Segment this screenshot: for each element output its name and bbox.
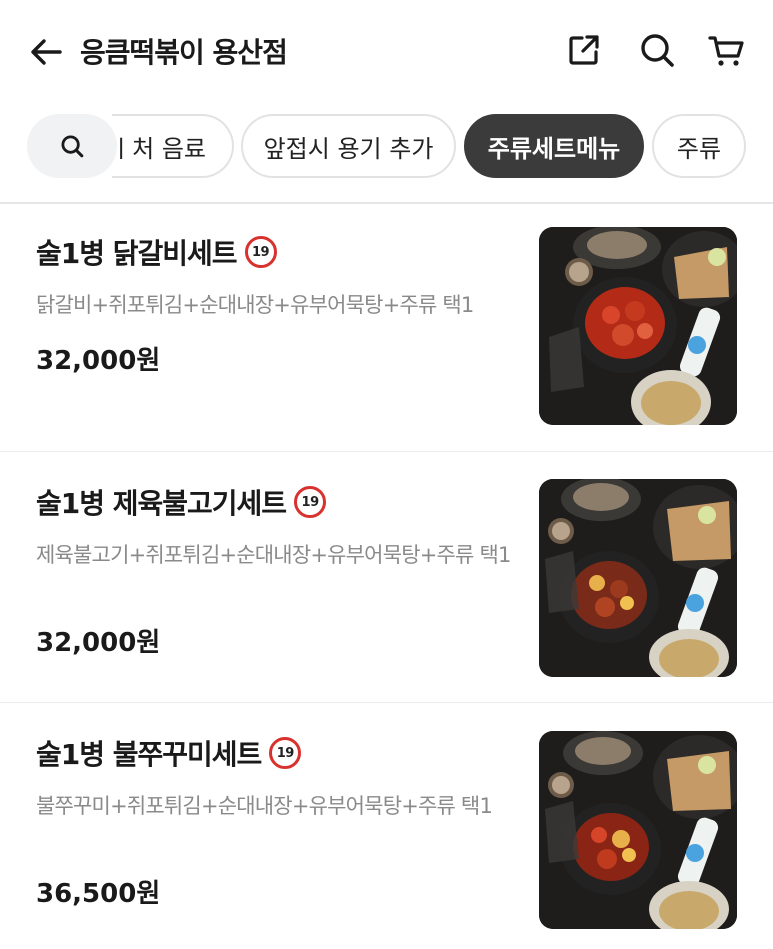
menu-item-description: 제육불고기+쥐포튀김+순대내장+유부어묵탕+주류 택1 [36,543,511,567]
tab-extra-plates[interactable]: 앞접시 용기 추가 [241,114,456,178]
menu-item-name: 술1병 제육불고기세트 19 [36,482,327,522]
search-icon[interactable] [637,30,677,70]
menu-item-photo [539,479,737,677]
age-19-badge: 19 [294,486,327,518]
menu-item-name: 술1병 불쭈꾸미세트 19 [36,733,302,773]
menu-item[interactable]: 술1병 제육불고기세트 19 제육불고기+쥐포튀김+순대내장+유부어묵탕+주류 … [0,452,773,702]
top-bar: 응큼떡볶이 용산점 [0,0,773,100]
menu-item-name: 술1병 닭갈비세트 19 [36,232,277,272]
age-19-badge: 19 [244,236,277,268]
category-tabs: ㅣ처 음료 앞접시 용기 추가 주류세트메뉴 주류 [0,112,773,180]
menu-item-description: 닭갈비+쥐포튀김+순대내장+유부어묵탕+주류 택1 [36,293,474,317]
menu-item[interactable]: 술1병 닭갈비세트 19 닭갈비+쥐포튀김+순대내장+유부어묵탕+주류 택1 3… [0,204,773,454]
tab-alcohol[interactable]: 주류 [652,114,746,178]
menu-item-photo [539,227,737,425]
menu-item-description: 불쭈꾸미+쥐포튀김+순대내장+유부어묵탕+주류 택1 [36,794,493,818]
age-19-badge: 19 [269,737,302,769]
tab-alcohol-set-menu[interactable]: 주류세트메뉴 [464,114,644,178]
tab-drinks[interactable]: ㅣ처 음료 [110,114,234,178]
menu-item-price: 32,000원 [36,628,161,658]
menu-item[interactable]: 술1병 불쭈꾸미세트 19 불쭈꾸미+쥐포튀김+순대내장+유부어묵탕+주류 택1… [0,703,773,949]
search-icon [61,135,84,158]
cart-icon[interactable] [706,30,746,70]
store-title: 응큼떡볶이 용산점 [80,36,288,69]
menu-item-price: 36,500원 [36,879,161,909]
menu-item-price: 32,000원 [36,346,161,376]
category-search-button[interactable] [27,114,117,178]
share-icon[interactable] [564,30,604,70]
menu-item-photo [539,731,737,929]
back-arrow-icon[interactable] [26,32,66,72]
